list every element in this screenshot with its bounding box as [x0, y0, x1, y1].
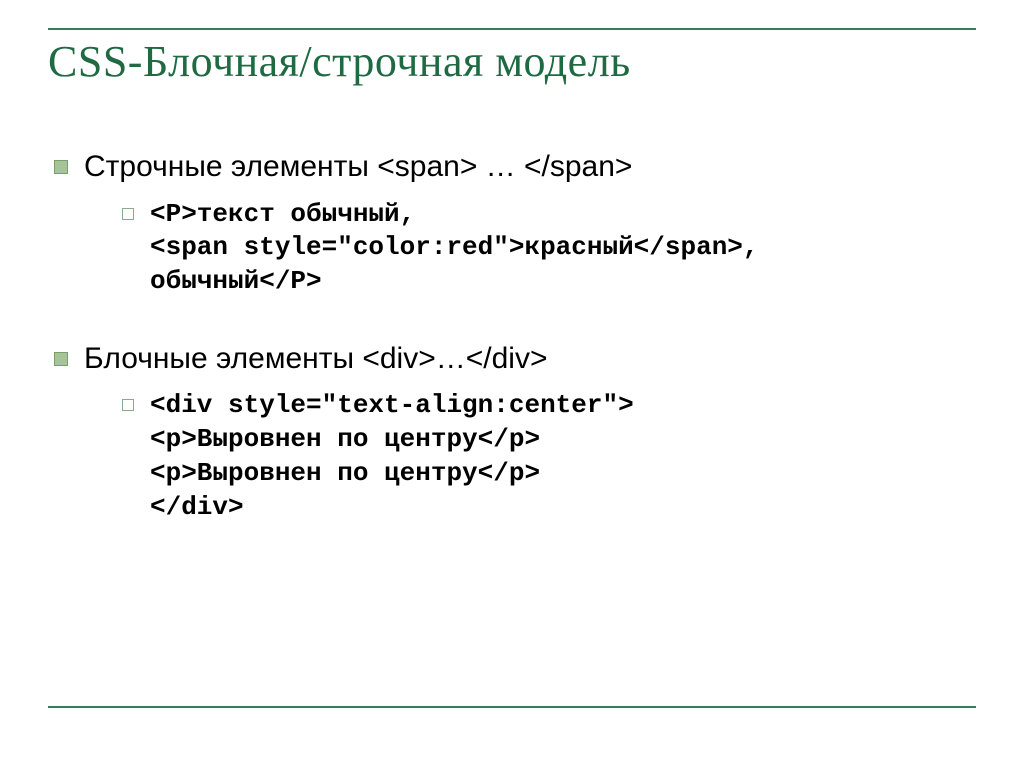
sub-list: <P>текст обычный, <span style="color:red…	[84, 198, 976, 299]
bullet-list: Строчные элементы <span> … </span> <P>те…	[48, 147, 976, 525]
sub-list: <div style="text-align:center"> <p>Выров…	[84, 389, 976, 524]
list-item: Строчные элементы <span> … </span> <P>те…	[48, 147, 976, 299]
top-rule	[48, 28, 976, 30]
code-block: <P>текст обычный, <span style="color:red…	[120, 198, 976, 299]
slide: CSS-Блочная/строчная модель Строчные эле…	[0, 0, 1024, 768]
slide-title: CSS-Блочная/строчная модель	[48, 36, 976, 87]
slide-content: Строчные элементы <span> … </span> <P>те…	[48, 147, 976, 525]
list-item-label: Строчные элементы <span> … </span>	[84, 150, 632, 183]
bottom-rule	[48, 706, 976, 708]
list-item: Блочные элементы <div>…</div> <div style…	[48, 339, 976, 525]
code-block: <div style="text-align:center"> <p>Выров…	[120, 389, 976, 524]
list-item-label: Блочные элементы <div>…</div>	[84, 342, 547, 375]
